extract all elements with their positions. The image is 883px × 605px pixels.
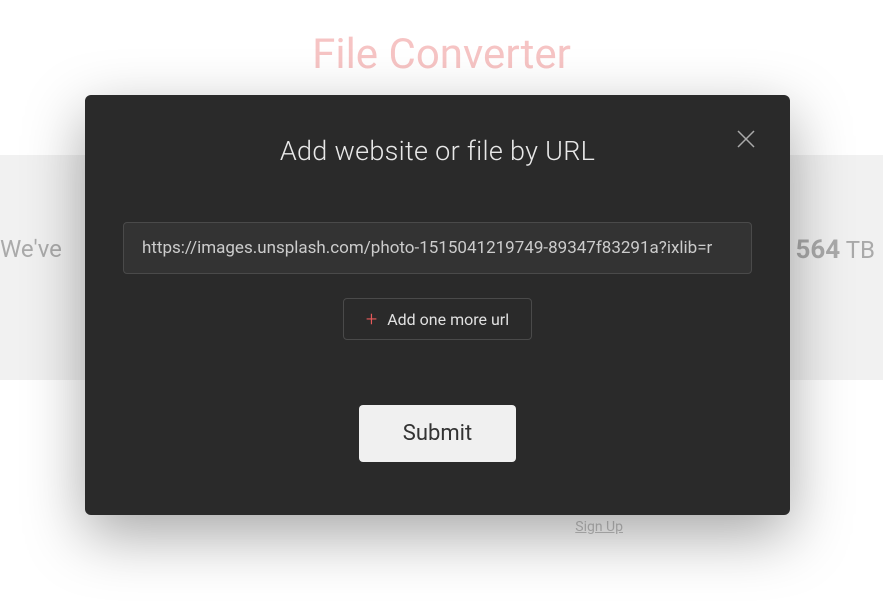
add-more-url-button[interactable]: + Add one more url: [343, 298, 532, 340]
background-stats-right: 564 TB: [795, 235, 875, 265]
close-icon: [736, 129, 756, 149]
add-more-label: Add one more url: [387, 310, 509, 329]
signup-link[interactable]: Sign Up: [575, 519, 623, 535]
plus-icon: +: [366, 309, 377, 329]
modal-title: Add website or file by URL: [123, 135, 752, 167]
url-modal: Add website or file by URL + Add one mor…: [85, 95, 790, 515]
background-stats-left: We've: [0, 235, 62, 263]
background-stats-unit: TB: [846, 236, 875, 264]
close-button[interactable]: [734, 127, 758, 151]
background-title: File Converter: [0, 0, 883, 79]
submit-button[interactable]: Submit: [359, 405, 516, 462]
background-stats-value: 564: [795, 235, 840, 265]
url-input[interactable]: [123, 222, 752, 274]
